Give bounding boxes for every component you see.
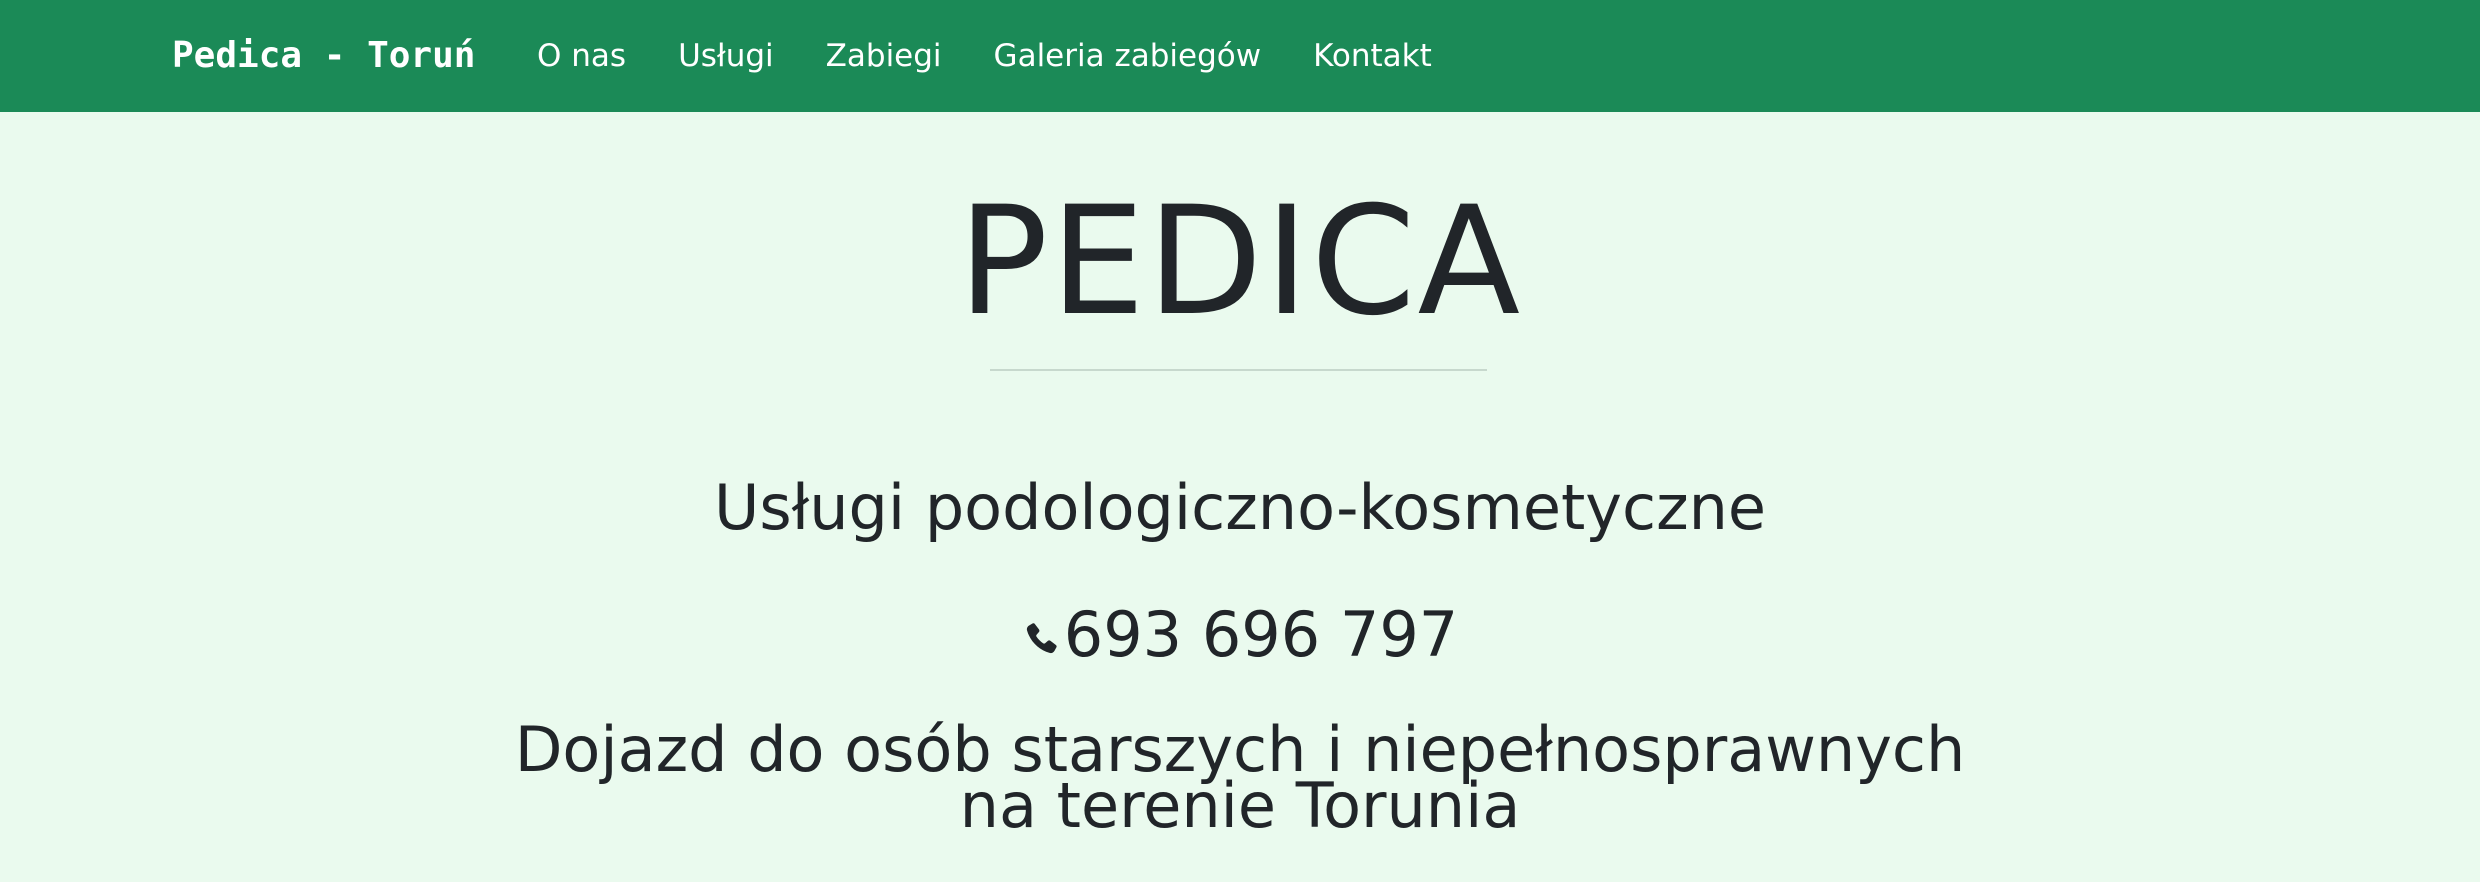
nav-link-o-nas[interactable]: O nas <box>537 34 626 78</box>
page-title: PEDICA <box>957 175 1523 349</box>
hero-section: PEDICA Usługi podologiczno-kosmetyczne 6… <box>0 112 2480 882</box>
services-subtitle: Usługi podologiczno-kosmetyczne <box>713 471 1767 544</box>
travel-info: Dojazd do osób starszych i niepełnospraw… <box>0 719 2480 842</box>
nav-link-uslugi[interactable]: Usługi <box>678 34 774 78</box>
phone-line: 693 696 797 <box>0 599 2480 671</box>
top-navbar: Pedica - Toruń O nas Usługi Zabiegi Gale… <box>0 0 2480 112</box>
nav-link-zabiegi[interactable]: Zabiegi <box>826 34 942 78</box>
phone-number[interactable]: 693 696 797 <box>1064 598 1458 671</box>
nav-link-galeria-zabiegow[interactable]: Galeria zabiegów <box>994 34 1262 78</box>
brand-link[interactable]: Pedica - Toruń <box>172 34 475 78</box>
phone-icon <box>1022 603 1060 654</box>
travel-info-line-2: na terenie Torunia <box>959 769 1521 842</box>
title-divider <box>990 369 1487 371</box>
nav-links: O nas Usługi Zabiegi Galeria zabiegów Ko… <box>537 34 1484 78</box>
nav-link-kontakt[interactable]: Kontakt <box>1313 34 1432 78</box>
